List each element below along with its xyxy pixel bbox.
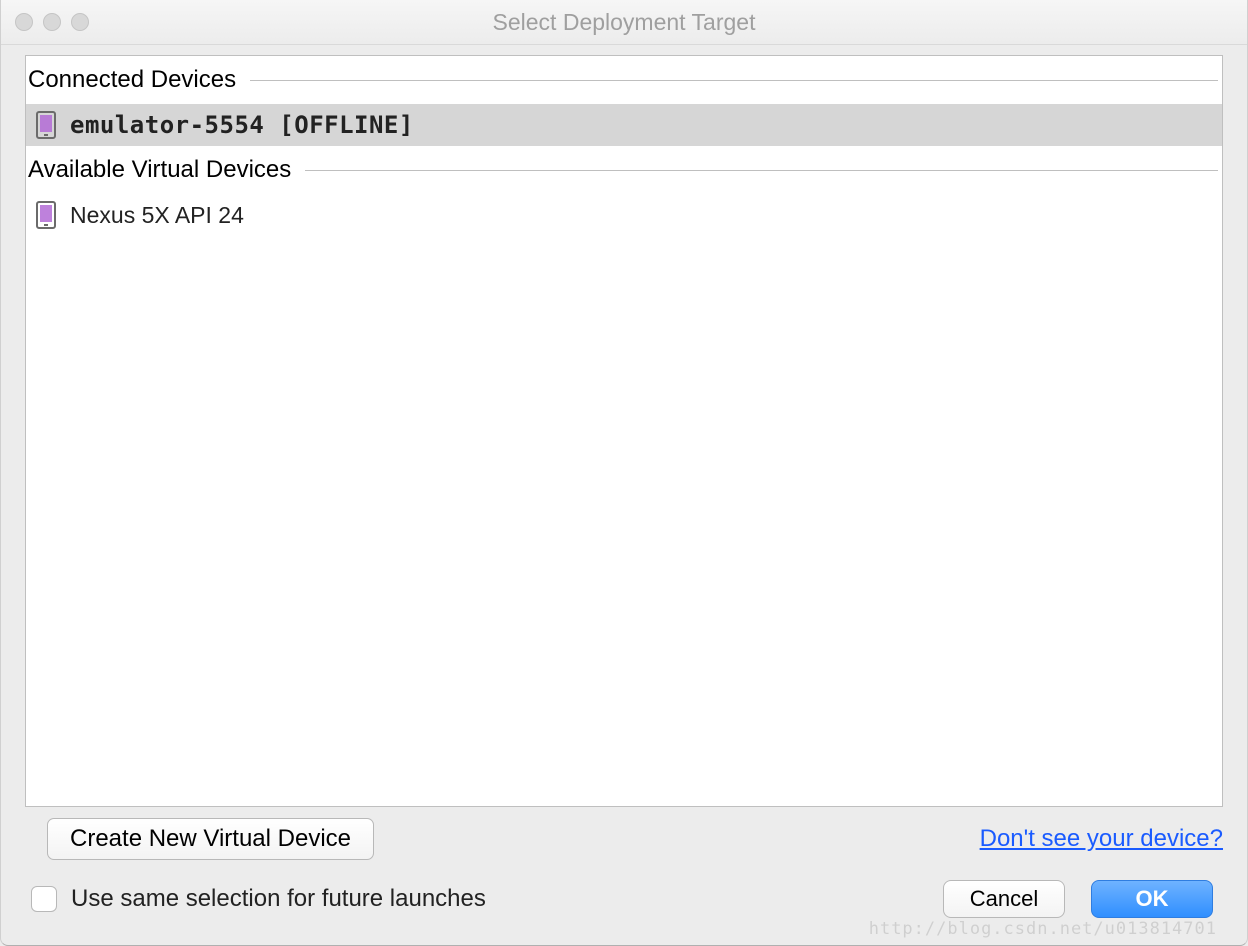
close-icon[interactable] <box>15 13 33 31</box>
titlebar: Select Deployment Target <box>1 0 1247 45</box>
cancel-button[interactable]: Cancel <box>943 880 1065 918</box>
device-row-nexus-5x[interactable]: Nexus 5X API 24 <box>26 194 1222 236</box>
divider <box>305 170 1218 171</box>
divider <box>250 80 1218 81</box>
use-same-selection-checkbox[interactable] <box>31 886 57 912</box>
group-header-connected: Connected Devices <box>26 56 1222 104</box>
device-row-emulator-5554[interactable]: emulator-5554 [OFFLINE] <box>26 104 1222 146</box>
create-new-virtual-device-button[interactable]: Create New Virtual Device <box>47 818 374 860</box>
device-label: Nexus 5X API 24 <box>70 202 244 229</box>
phone-icon <box>36 111 56 139</box>
device-label: emulator-5554 [OFFLINE] <box>70 111 414 139</box>
use-same-selection-label: Use same selection for future launches <box>71 885 486 913</box>
ok-button[interactable]: OK <box>1091 880 1213 918</box>
help-link[interactable]: Don't see your device? <box>980 825 1223 853</box>
window-title: Select Deployment Target <box>1 9 1247 36</box>
group-label-available: Available Virtual Devices <box>28 156 291 184</box>
mid-actions-row: Create New Virtual Device Don't see your… <box>1 807 1247 863</box>
window-controls <box>15 13 89 31</box>
use-same-selection-group[interactable]: Use same selection for future launches <box>31 885 486 913</box>
group-header-available: Available Virtual Devices <box>26 146 1222 194</box>
minimize-icon[interactable] <box>43 13 61 31</box>
group-label-connected: Connected Devices <box>28 66 236 94</box>
device-list-pane: Connected Devices emulator-5554 [OFFLINE… <box>25 55 1223 807</box>
zoom-icon[interactable] <box>71 13 89 31</box>
bottom-actions-row: Use same selection for future launches C… <box>1 863 1247 935</box>
dialog-buttons: Cancel OK <box>943 880 1213 918</box>
phone-icon <box>36 201 56 229</box>
